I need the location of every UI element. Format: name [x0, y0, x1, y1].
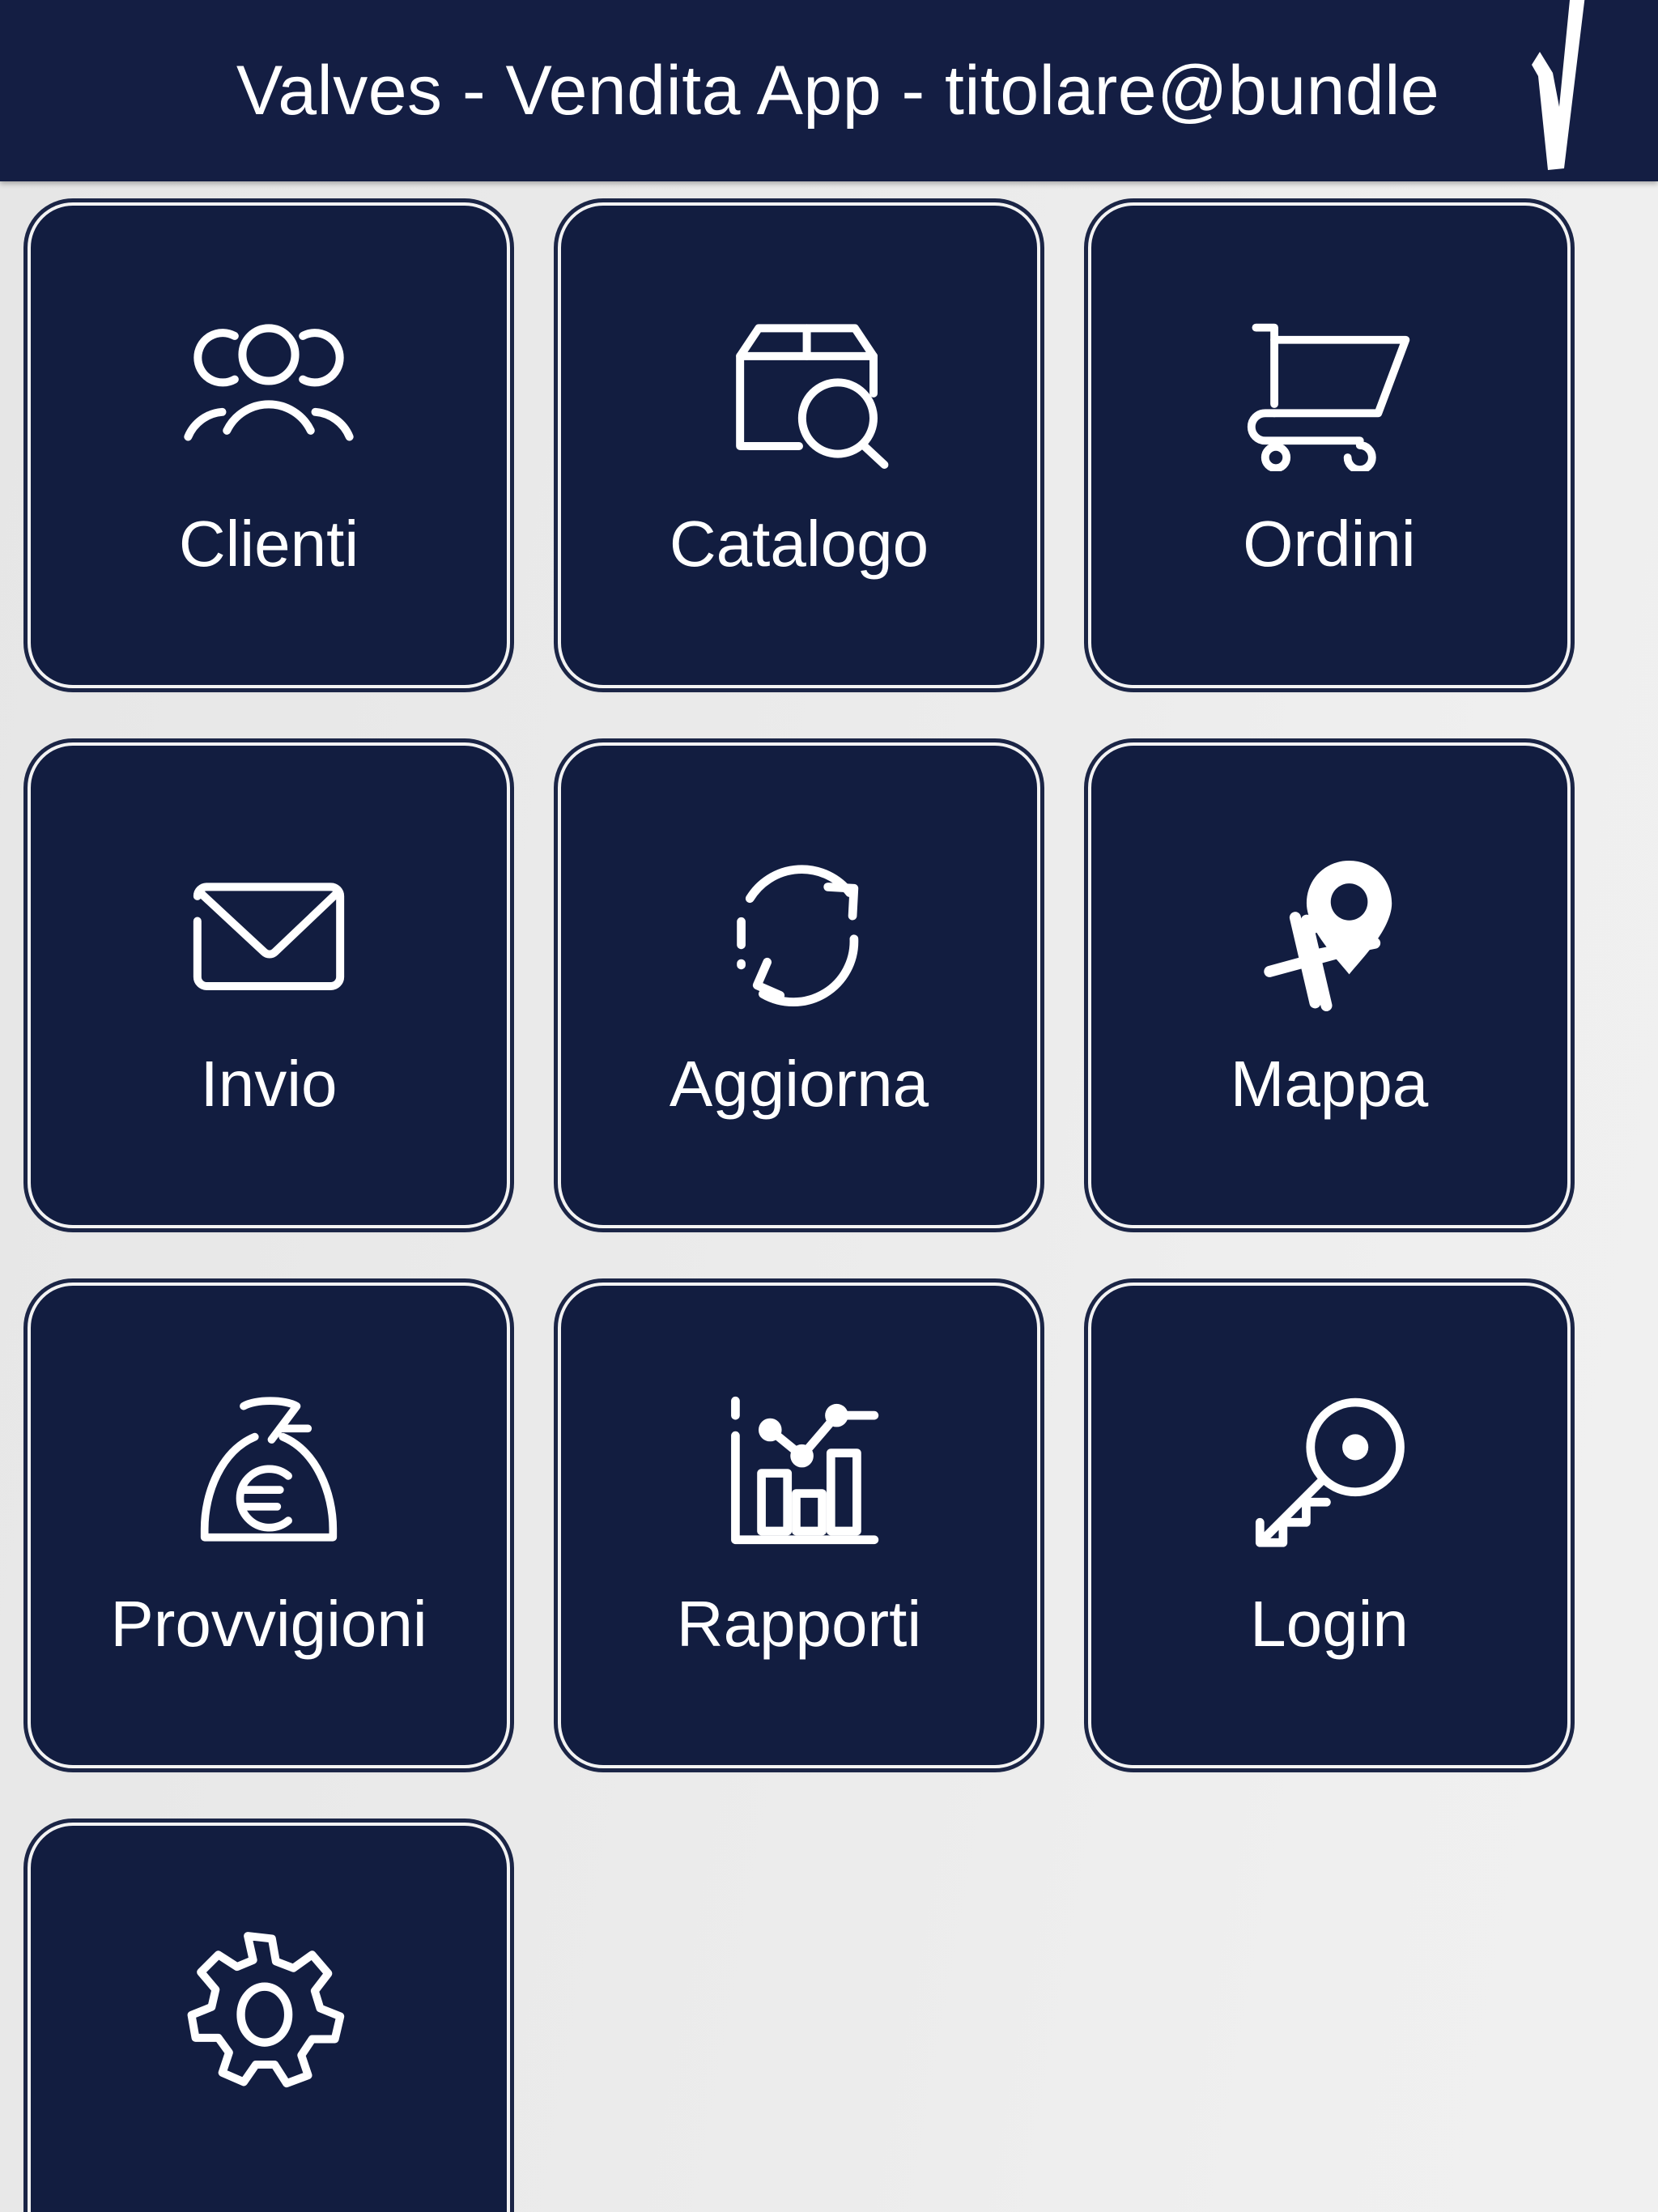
menu-tile-label: Mappa	[1230, 1048, 1429, 1120]
menu-tile-label: Catalogo	[669, 508, 929, 580]
gear-settings-icon	[176, 1929, 362, 2091]
menu-tile-label: Invio	[200, 1048, 338, 1120]
app-header: Valves - Vendita App - titolare@bundle	[0, 0, 1658, 181]
menu-tile-label: Aggiorna	[669, 1048, 929, 1120]
menu-tile-label: Login	[1250, 1588, 1409, 1660]
menu-tile-catalogo[interactable]: Catalogo	[558, 202, 1040, 688]
valves-v-checkmark-logo-icon	[1507, 0, 1605, 180]
menu-tile-label: Ordini	[1243, 508, 1416, 580]
menu-grid: Clienti Catalogo Ordini Invio Aggiorna M…	[0, 181, 1658, 2212]
menu-tile-aggiorna[interactable]: Aggiorna	[558, 742, 1040, 1228]
menu-tile-impostazioni[interactable]	[28, 1823, 510, 2212]
map-pin-roads-icon	[1236, 849, 1422, 1011]
menu-tile-label: Provvigioni	[110, 1588, 427, 1660]
people-group-icon	[176, 309, 362, 471]
menu-tile-mappa[interactable]: Mappa	[1088, 742, 1571, 1228]
menu-tile-clienti[interactable]: Clienti	[28, 202, 510, 688]
menu-tile-label: Rapporti	[676, 1588, 922, 1660]
menu-tile-ordini[interactable]: Ordini	[1088, 202, 1571, 688]
app-root: Valves - Vendita App - titolare@bundle C…	[0, 0, 1658, 2212]
menu-tile-rapporti[interactable]: Rapporti	[558, 1283, 1040, 1768]
box-search-icon	[706, 309, 892, 471]
app-title: Valves - Vendita App - titolare@bundle	[236, 52, 1440, 130]
bar-line-chart-icon	[706, 1389, 892, 1551]
shopping-cart-icon	[1236, 309, 1422, 471]
key-icon	[1236, 1389, 1422, 1551]
menu-tile-provvigioni[interactable]: Provvigioni	[28, 1283, 510, 1768]
menu-tile-login[interactable]: Login	[1088, 1283, 1571, 1768]
menu-tile-label: Clienti	[178, 508, 359, 580]
envelope-icon	[176, 849, 362, 1011]
refresh-sync-icon	[706, 849, 892, 1011]
money-bag-euro-icon	[176, 1389, 362, 1551]
menu-tile-invio[interactable]: Invio	[28, 742, 510, 1228]
